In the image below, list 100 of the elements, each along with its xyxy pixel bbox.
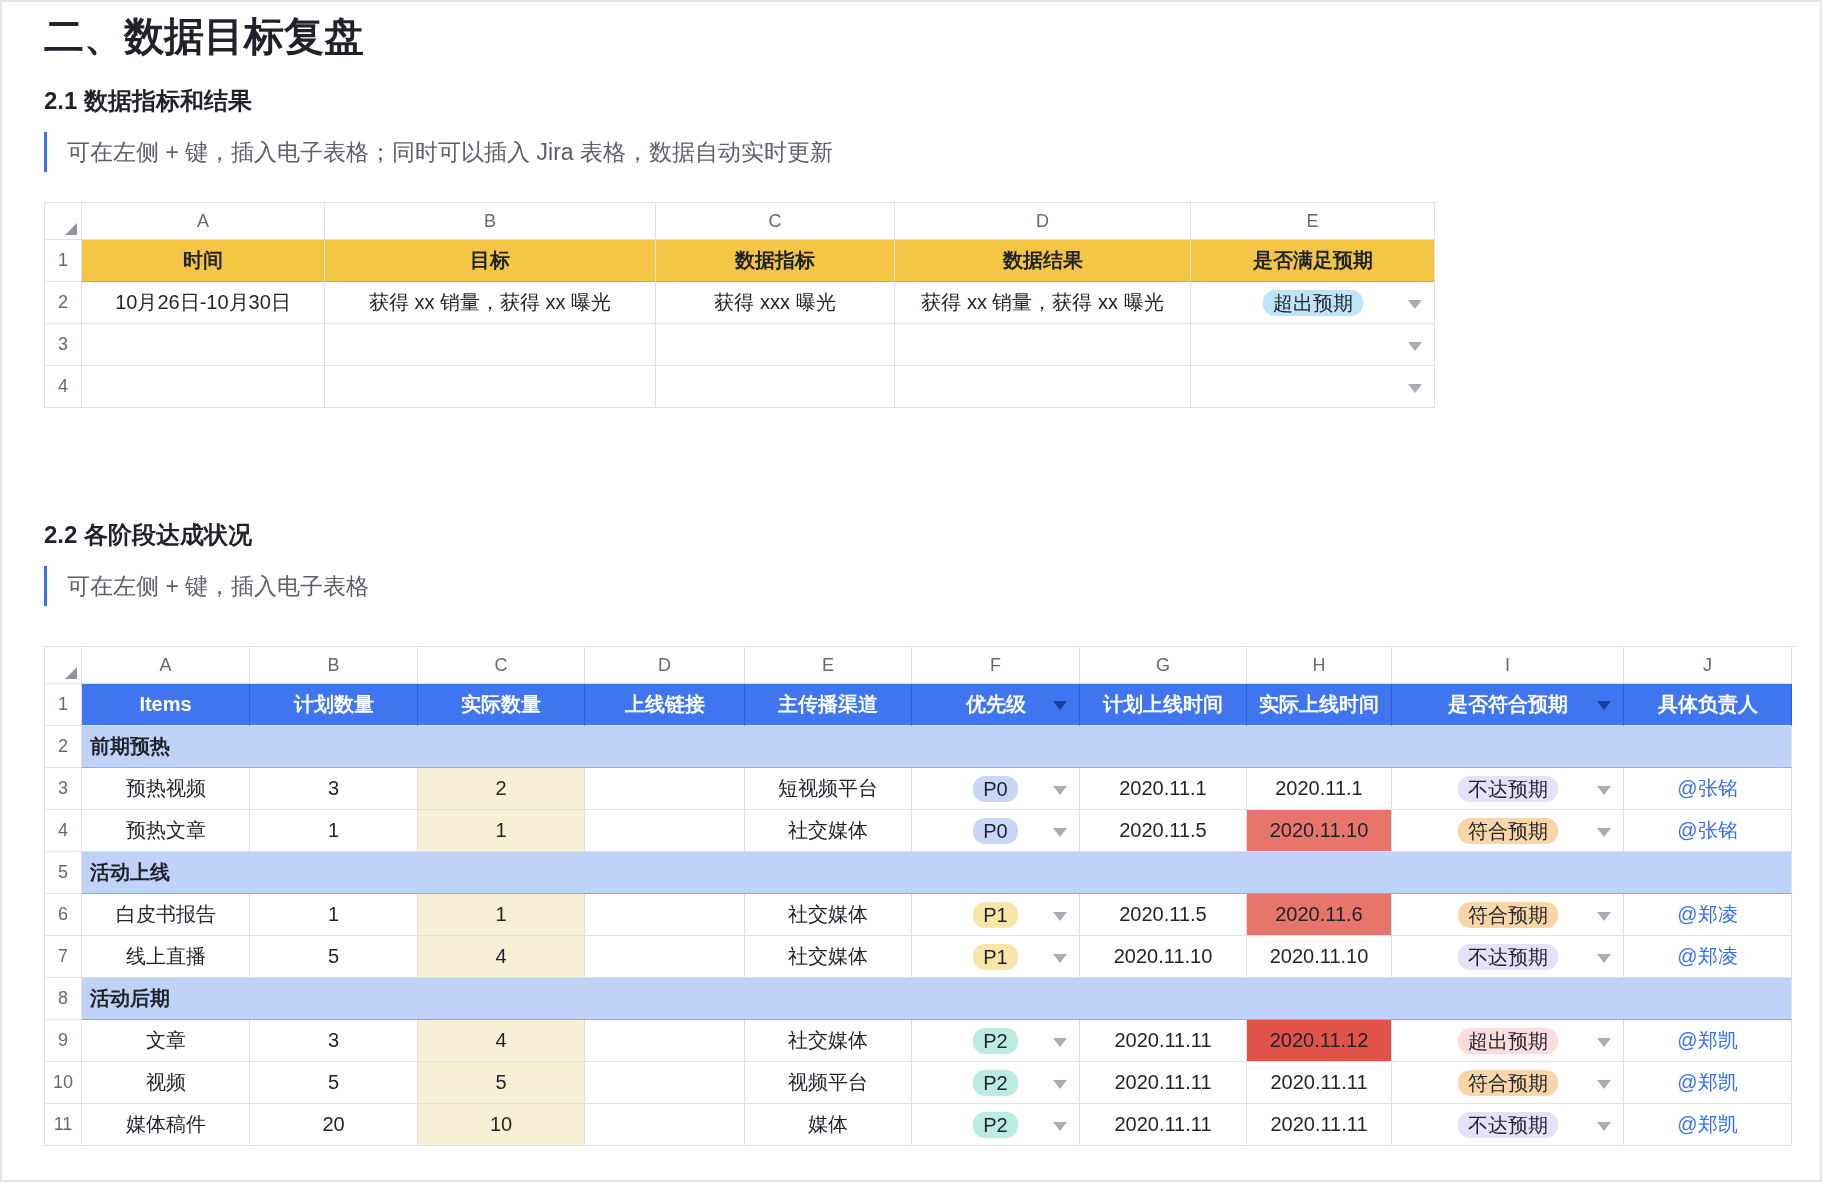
table-cell: 2	[418, 768, 585, 810]
table-cell: 1	[418, 810, 585, 852]
table-cell: 2020.11.12	[1247, 1020, 1392, 1062]
column-header: 计划数量	[250, 684, 418, 726]
table-cell: 预热视频	[82, 768, 250, 810]
column-header: 是否满足预期	[1191, 240, 1435, 282]
group-row: 活动后期	[82, 978, 1792, 1020]
column-header[interactable]: 是否符合预期	[1392, 684, 1624, 726]
row-number[interactable]: 7	[45, 936, 82, 978]
empty-cell[interactable]	[325, 366, 656, 408]
dropdown-caret-icon[interactable]	[1408, 384, 1422, 393]
dropdown-caret-icon[interactable]	[1408, 342, 1422, 351]
status-tag: 不达预期	[1457, 775, 1558, 802]
dropdown-caret-icon[interactable]	[1053, 1038, 1067, 1047]
dropdown-caret-icon[interactable]	[1597, 954, 1611, 963]
mention-link[interactable]: @郑凯	[1677, 1111, 1738, 1138]
table-cell: 2020.11.11	[1247, 1104, 1392, 1146]
table-cell: 10	[418, 1104, 585, 1146]
column-header[interactable]: 优先级	[912, 684, 1080, 726]
dropdown-caret-icon[interactable]	[1597, 786, 1611, 795]
table-cell: 4	[418, 936, 585, 978]
table-cell: 2020.11.6	[1247, 894, 1392, 936]
table-cell: 获得 xxx 曝光	[656, 282, 895, 324]
row-number[interactable]: 6	[45, 894, 82, 936]
table-cell: 1	[418, 894, 585, 936]
table-cell: 社交媒体	[745, 1020, 912, 1062]
priority-tag: P2	[973, 1069, 1018, 1096]
dropdown-caret-icon[interactable]	[1408, 300, 1422, 309]
column-header: 上线链接	[585, 684, 745, 726]
status-tag: 符合预期	[1457, 817, 1558, 844]
section-heading: 2.1 数据指标和结果	[44, 86, 254, 116]
table-cell: 10月26日-10月30日	[82, 282, 325, 324]
column-header: 主传播渠道	[745, 684, 912, 726]
dropdown-caret-icon[interactable]	[1597, 1080, 1611, 1089]
row-number[interactable]: 4	[45, 366, 82, 408]
status-tag: 符合预期	[1457, 1069, 1558, 1096]
column-header: 计划上线时间	[1080, 684, 1247, 726]
status-tag: 不达预期	[1457, 1111, 1558, 1138]
dropdown-caret-icon[interactable]	[1053, 954, 1067, 963]
table-cell: 媒体稿件	[82, 1104, 250, 1146]
priority-tag: P2	[973, 1111, 1018, 1138]
table-cell: 获得 xx 销量，获得 xx 曝光	[325, 282, 656, 324]
table-cell: 短视频平台	[745, 768, 912, 810]
dropdown-caret-icon[interactable]	[1597, 828, 1611, 837]
status-tag: 超出预期	[1262, 289, 1363, 316]
row-number[interactable]: 2	[45, 282, 82, 324]
row-number[interactable]: 11	[45, 1104, 82, 1146]
column-header: 实际数量	[418, 684, 585, 726]
row-number[interactable]: 10	[45, 1062, 82, 1104]
mention-link[interactable]: @郑凌	[1677, 943, 1738, 970]
mention-link[interactable]: @郑凌	[1677, 901, 1738, 928]
priority-tag: P0	[973, 817, 1018, 844]
empty-cell[interactable]	[895, 324, 1191, 366]
table-cell: 2020.11.11	[1080, 1104, 1247, 1146]
column-header: 时间	[82, 240, 325, 282]
table-cell: 2020.11.11	[1080, 1062, 1247, 1104]
empty-cell[interactable]	[325, 324, 656, 366]
priority-tag: P1	[973, 901, 1018, 928]
mention-link[interactable]: @张铭	[1677, 775, 1738, 802]
dropdown-caret-icon[interactable]	[1597, 701, 1611, 710]
table-cell: 4	[418, 1020, 585, 1062]
group-row: 活动上线	[82, 852, 1792, 894]
table-cell: 2020.11.1	[1080, 768, 1247, 810]
empty-cell[interactable]	[656, 366, 895, 408]
row-number[interactable]: 4	[45, 810, 82, 852]
row-number[interactable]: 3	[45, 324, 82, 366]
dropdown-caret-icon[interactable]	[1597, 1122, 1611, 1131]
table-cell: 白皮书报告	[82, 894, 250, 936]
dropdown-caret-icon[interactable]	[1053, 701, 1067, 710]
table-cell: 社交媒体	[745, 894, 912, 936]
empty-cell[interactable]	[656, 324, 895, 366]
table-cell: 视频平台	[745, 1062, 912, 1104]
table-cell: 媒体	[745, 1104, 912, 1146]
mention-link[interactable]: @郑凯	[1677, 1027, 1738, 1054]
table-cell: 视频	[82, 1062, 250, 1104]
empty-cell[interactable]	[82, 366, 325, 408]
priority-tag: P1	[973, 943, 1018, 970]
select-all-corner-icon[interactable]	[65, 223, 77, 235]
select-all-corner-icon[interactable]	[65, 667, 77, 679]
dropdown-caret-icon[interactable]	[1053, 1122, 1067, 1131]
dropdown-caret-icon[interactable]	[1597, 912, 1611, 921]
column-header: 数据结果	[895, 240, 1191, 282]
status-tag: 符合预期	[1457, 901, 1558, 928]
dropdown-caret-icon[interactable]	[1053, 828, 1067, 837]
status-tag: 超出预期	[1457, 1027, 1558, 1054]
table-cell: 2020.11.11	[1247, 1062, 1392, 1104]
priority-tag: P2	[973, 1027, 1018, 1054]
dropdown-caret-icon[interactable]	[1053, 786, 1067, 795]
mention-link[interactable]: @郑凯	[1677, 1069, 1738, 1096]
row-number[interactable]: 9	[45, 1020, 82, 1062]
empty-cell[interactable]	[895, 366, 1191, 408]
note-text: 可在左侧 + 键，插入电子表格；同时可以插入 Jira 表格，数据自动实时更新	[44, 132, 1820, 172]
dropdown-caret-icon[interactable]	[1597, 1038, 1611, 1047]
note-text: 可在左侧 + 键，插入电子表格	[44, 566, 1820, 606]
dropdown-caret-icon[interactable]	[1053, 912, 1067, 921]
dropdown-caret-icon[interactable]	[1053, 1080, 1067, 1089]
empty-cell[interactable]	[82, 324, 325, 366]
table-cell: 2020.11.10	[1247, 810, 1392, 852]
mention-link[interactable]: @张铭	[1677, 817, 1738, 844]
row-number[interactable]: 3	[45, 768, 82, 810]
